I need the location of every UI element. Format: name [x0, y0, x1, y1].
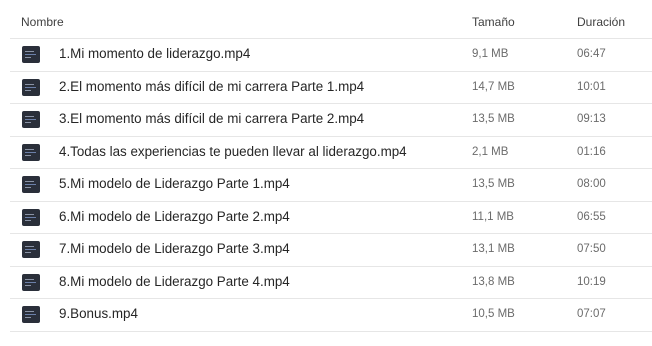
- file-duration: 06:55: [577, 210, 606, 223]
- file-size: 11,1 MB: [472, 210, 514, 223]
- file-list: Nombre Tamaño Duración 1.Mi momento de l…: [10, 6, 652, 332]
- video-thumbnail-icon: [22, 176, 40, 193]
- file-size: 13,8 MB: [472, 275, 515, 288]
- file-row[interactable]: 2.El momento más difícil de mi carrera P…: [10, 72, 652, 104]
- video-thumbnail-icon: [22, 306, 40, 323]
- file-row[interactable]: 7.Mi modelo de Liderazgo Parte 3.mp4 13,…: [10, 234, 652, 267]
- video-thumbnail-icon: [22, 241, 40, 258]
- file-name[interactable]: 1.Mi momento de liderazgo.mp4: [59, 46, 250, 61]
- file-row[interactable]: 9.Bonus.mp4 10,5 MB 07:07: [10, 299, 652, 332]
- file-size: 13,5 MB: [472, 178, 515, 190]
- video-thumbnail-icon: [22, 111, 40, 128]
- video-thumbnail-icon: [22, 78, 40, 96]
- file-duration: 01:16: [577, 145, 606, 158]
- file-size: 13,5 MB: [472, 113, 515, 125]
- file-row[interactable]: 6.Mi modelo de Liderazgo Parte 2.mp4 11,…: [10, 202, 652, 234]
- video-thumbnail-icon: [22, 273, 40, 291]
- file-name[interactable]: 7.Mi modelo de Liderazgo Parte 3.mp4: [59, 241, 290, 256]
- file-duration: 07:07: [577, 308, 606, 320]
- file-row[interactable]: 8.Mi modelo de Liderazgo Parte 4.mp4 13,…: [10, 267, 652, 299]
- column-header-size[interactable]: Tamaño: [472, 15, 515, 29]
- column-header-name[interactable]: Nombre: [21, 15, 64, 29]
- file-size: 13,1 MB: [472, 243, 515, 255]
- video-thumbnail-icon: [22, 46, 40, 63]
- file-row[interactable]: 1.Mi momento de liderazgo.mp4 9,1 MB 06:…: [10, 39, 652, 72]
- file-size: 2,1 MB: [472, 145, 509, 158]
- file-duration: 08:00: [577, 178, 606, 190]
- table-header: Nombre Tamaño Duración: [10, 6, 652, 39]
- file-name[interactable]: 4.Todas las experiencias te pueden lleva…: [59, 144, 407, 159]
- file-name[interactable]: 3.El momento más difícil de mi carrera P…: [59, 111, 364, 126]
- file-duration: 10:19: [577, 275, 606, 288]
- file-row[interactable]: 4.Todas las experiencias te pueden lleva…: [10, 137, 652, 169]
- file-size: 9,1 MB: [472, 48, 509, 60]
- file-size: 10,5 MB: [472, 308, 515, 320]
- file-duration: 09:13: [577, 113, 606, 125]
- video-thumbnail-icon: [22, 208, 40, 226]
- file-duration: 06:47: [577, 48, 606, 60]
- file-duration: 10:01: [577, 80, 606, 93]
- file-name[interactable]: 5.Mi modelo de Liderazgo Parte 1.mp4: [59, 176, 290, 191]
- file-duration: 07:50: [577, 243, 606, 255]
- video-thumbnail-icon: [22, 143, 40, 161]
- file-row[interactable]: 5.Mi modelo de Liderazgo Parte 1.mp4 13,…: [10, 169, 652, 202]
- file-name[interactable]: 9.Bonus.mp4: [59, 306, 138, 321]
- file-name[interactable]: 6.Mi modelo de Liderazgo Parte 2.mp4: [59, 209, 290, 224]
- file-name[interactable]: 2.El momento más difícil de mi carrera P…: [59, 79, 364, 94]
- file-size: 14,7 MB: [472, 80, 515, 93]
- column-header-duration[interactable]: Duración: [577, 15, 625, 29]
- file-name[interactable]: 8.Mi modelo de Liderazgo Parte 4.mp4: [59, 274, 290, 289]
- file-row[interactable]: 3.El momento más difícil de mi carrera P…: [10, 104, 652, 137]
